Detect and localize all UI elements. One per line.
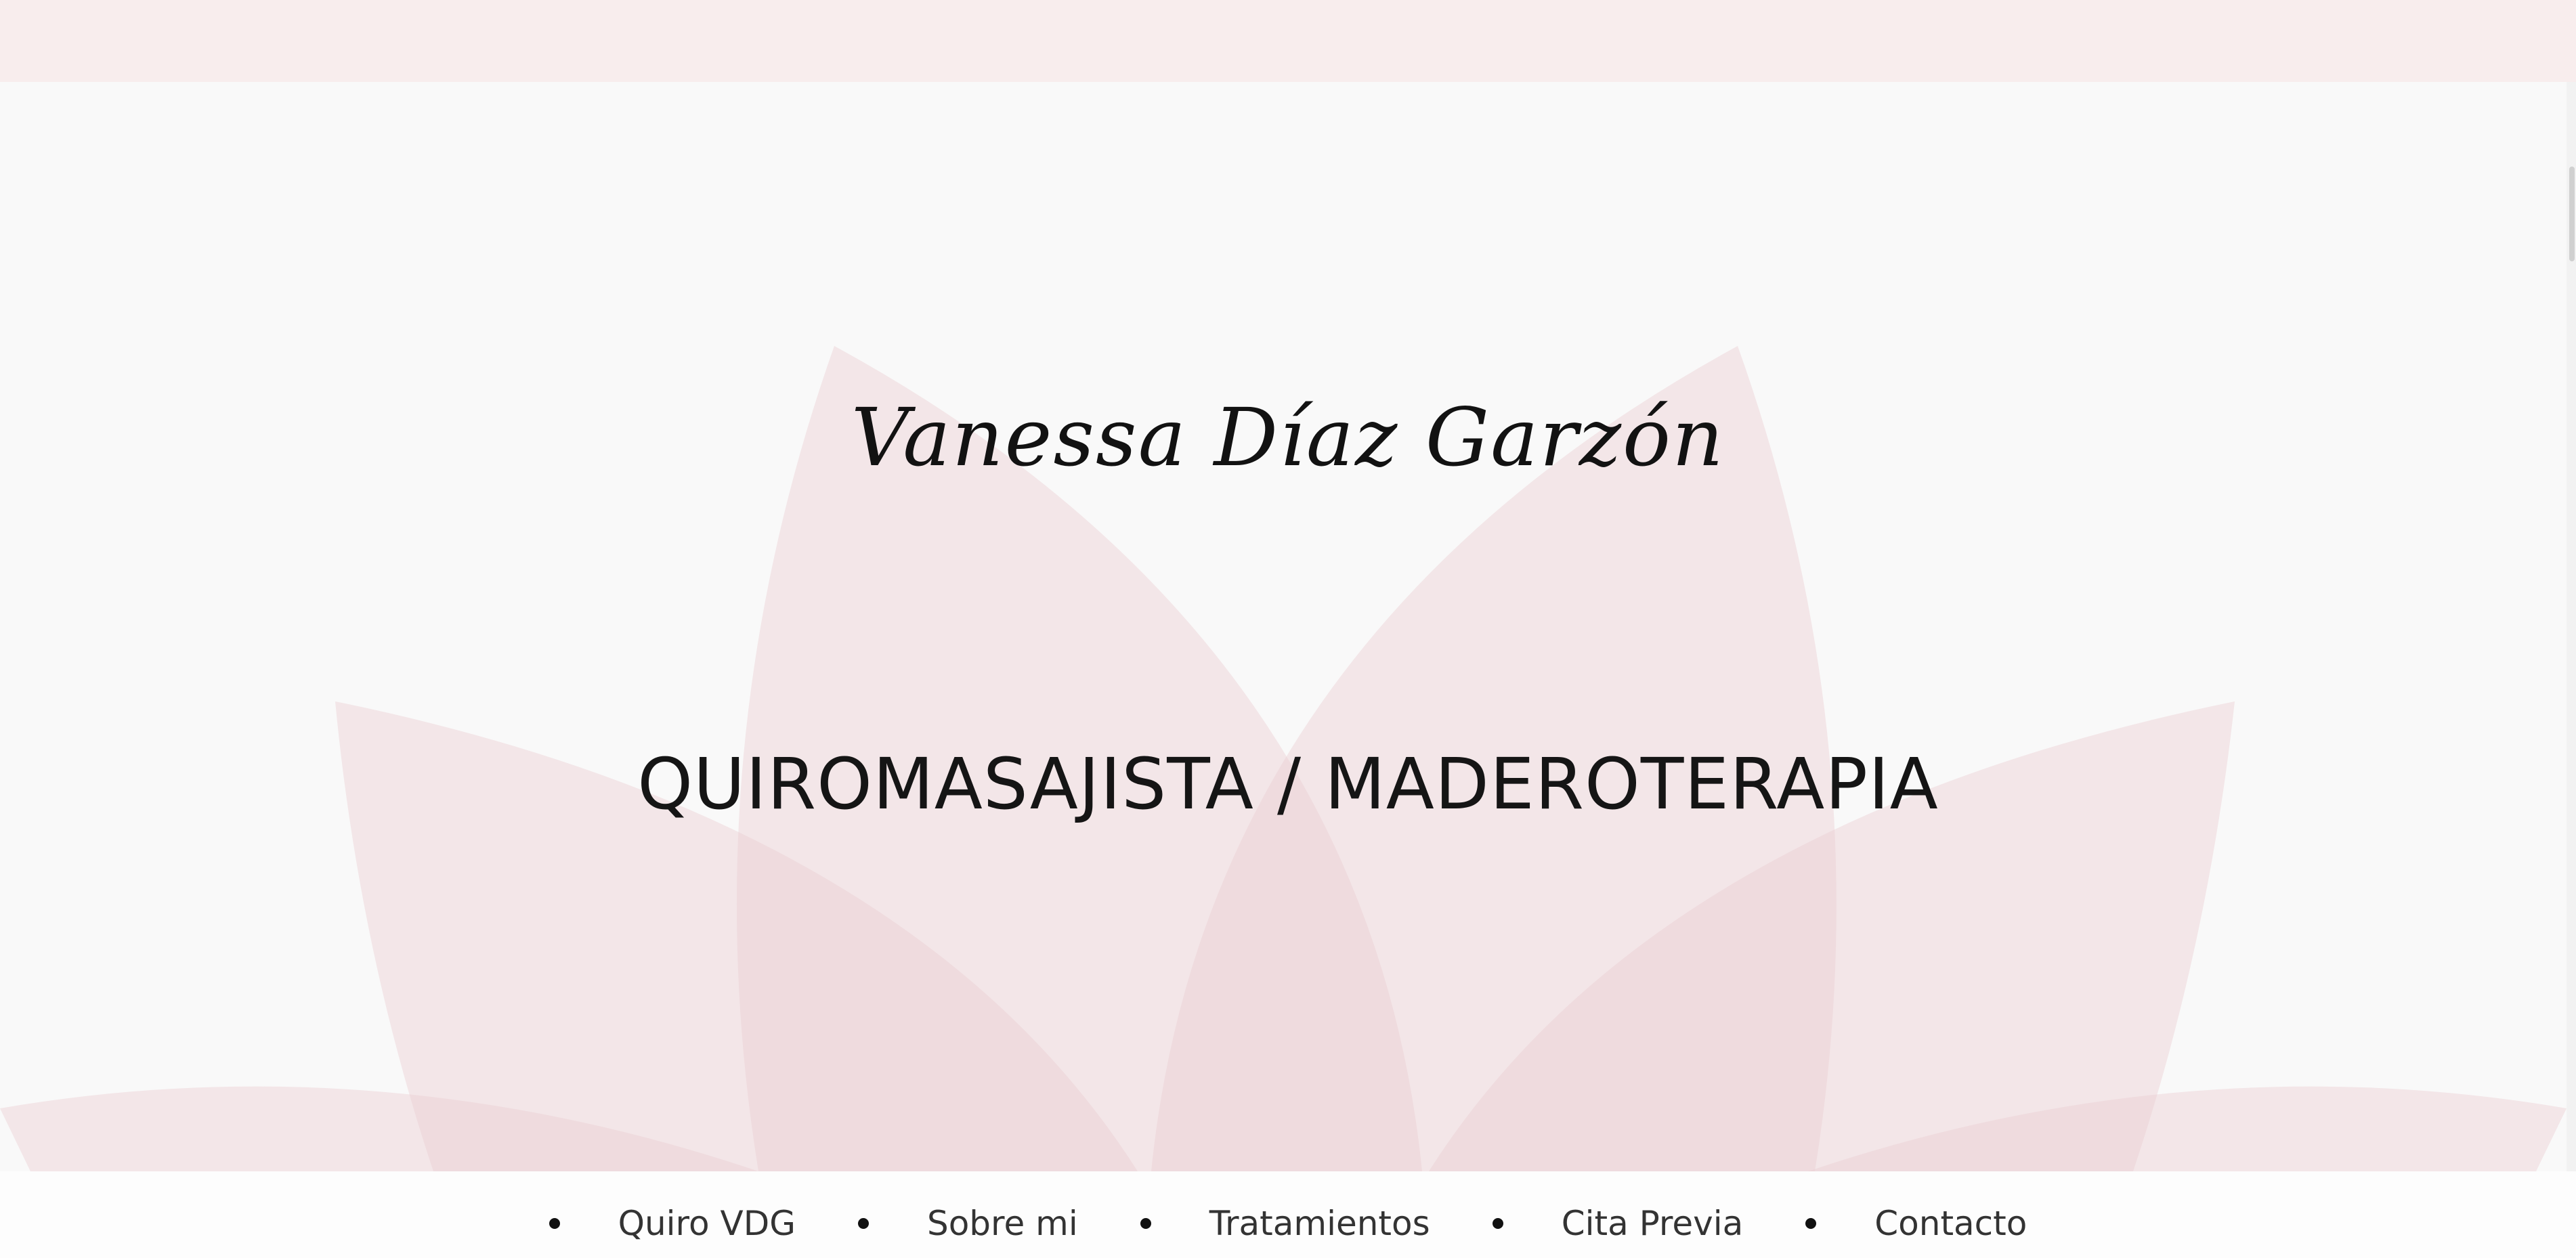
nav-item-label[interactable]: Contacto bbox=[1874, 1204, 2027, 1243]
site-title: Vanessa Díaz Garzón bbox=[851, 391, 1725, 484]
nav-item-contacto[interactable]: Contacto bbox=[1743, 1204, 2027, 1243]
bullet-icon bbox=[857, 1218, 869, 1229]
nav-list: Quiro VDG Sobre mi Tratamientos Cita Pre… bbox=[0, 1204, 2576, 1243]
main-navigation: Quiro VDG Sobre mi Tratamientos Cita Pre… bbox=[0, 1171, 2576, 1258]
nav-item-cita-previa[interactable]: Cita Previa bbox=[1430, 1204, 1744, 1243]
bullet-icon bbox=[1140, 1218, 1151, 1229]
lotus-background bbox=[0, 346, 2567, 1171]
bullet-icon bbox=[549, 1218, 560, 1229]
nav-item-label[interactable]: Quiro VDG bbox=[618, 1204, 796, 1243]
nav-item-label[interactable]: Cita Previa bbox=[1562, 1204, 1744, 1243]
scrollbar-thumb[interactable] bbox=[2569, 167, 2575, 261]
nav-item-quiro-vdg[interactable]: Quiro VDG bbox=[549, 1204, 796, 1243]
hero-section: Vanessa Díaz Garzón QUIROMASAJISTA / MAD… bbox=[0, 82, 2576, 1171]
site-subtitle: QUIROMASAJISTA / MADEROTERAPIA bbox=[637, 743, 1939, 825]
top-bar bbox=[0, 0, 2576, 82]
nav-item-sobre-mi[interactable]: Sobre mi bbox=[796, 1204, 1078, 1243]
page: Vanessa Díaz Garzón QUIROMASAJISTA / MAD… bbox=[0, 0, 2576, 1258]
scrollbar-track[interactable] bbox=[2567, 82, 2576, 1171]
bullet-icon bbox=[1805, 1218, 1817, 1229]
nav-item-label[interactable]: Tratamientos bbox=[1209, 1204, 1430, 1243]
nav-item-label[interactable]: Sobre mi bbox=[927, 1204, 1078, 1243]
bullet-icon bbox=[1492, 1218, 1503, 1229]
nav-item-tratamientos[interactable]: Tratamientos bbox=[1078, 1204, 1430, 1243]
